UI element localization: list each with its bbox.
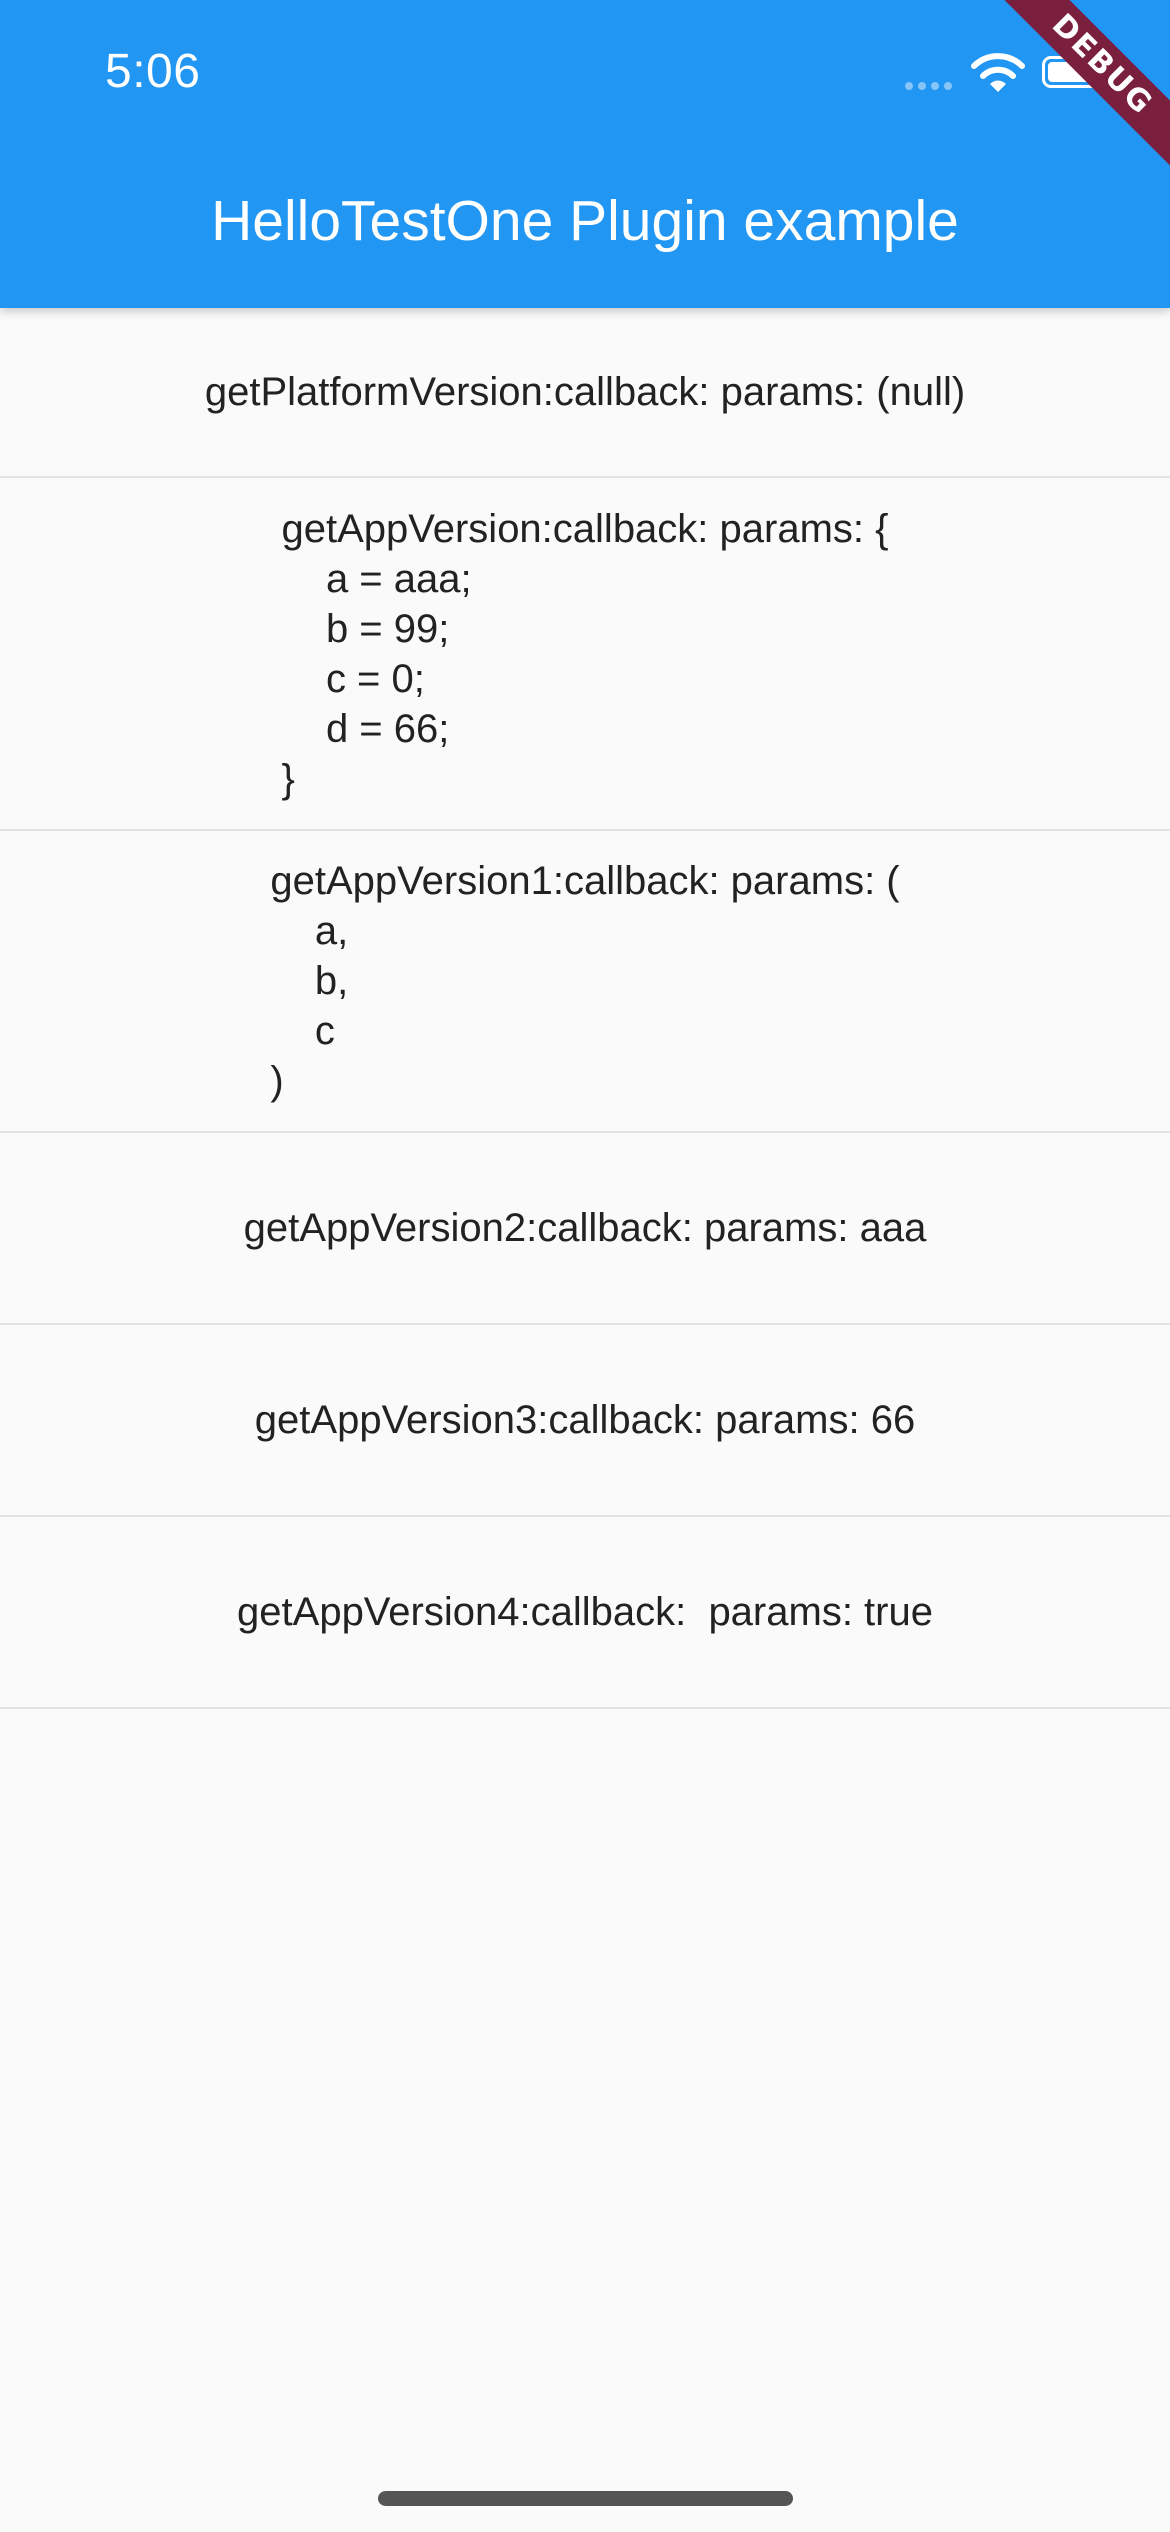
list-item: getAppVersion1:callback: params: ( a, b,… — [0, 831, 1170, 1133]
status-time: 5:06 — [105, 45, 201, 98]
result-text: getAppVersion2:callback: params: aaa — [243, 1206, 927, 1250]
list-item: getPlatformVersion:callback: params: (nu… — [0, 308, 1170, 478]
result-text: getPlatformVersion:callback: params: (nu… — [204, 370, 966, 414]
list-item: getAppVersion3:callback: params: 66 — [0, 1325, 1170, 1517]
list-item: getAppVersion2:callback: params: aaa — [0, 1133, 1170, 1325]
debug-banner: DEBUG — [970, 0, 1170, 200]
list-item: getAppVersion4:callback: params: true — [0, 1517, 1170, 1709]
cellular-signal-icon — [905, 82, 952, 90]
debug-banner-label: DEBUG — [972, 0, 1170, 195]
result-text: getAppVersion3:callback: params: 66 — [254, 1398, 916, 1442]
results-list: getPlatformVersion:callback: params: (nu… — [0, 308, 1170, 1709]
home-indicator[interactable] — [378, 2491, 793, 2506]
list-item: getAppVersion:callback: params: { a = aa… — [0, 478, 1170, 831]
result-text: getAppVersion1:callback: params: ( a, b,… — [270, 859, 900, 1103]
result-text: getAppVersion4:callback: params: true — [237, 1590, 933, 1634]
result-text: getAppVersion:callback: params: { a = aa… — [281, 506, 889, 801]
